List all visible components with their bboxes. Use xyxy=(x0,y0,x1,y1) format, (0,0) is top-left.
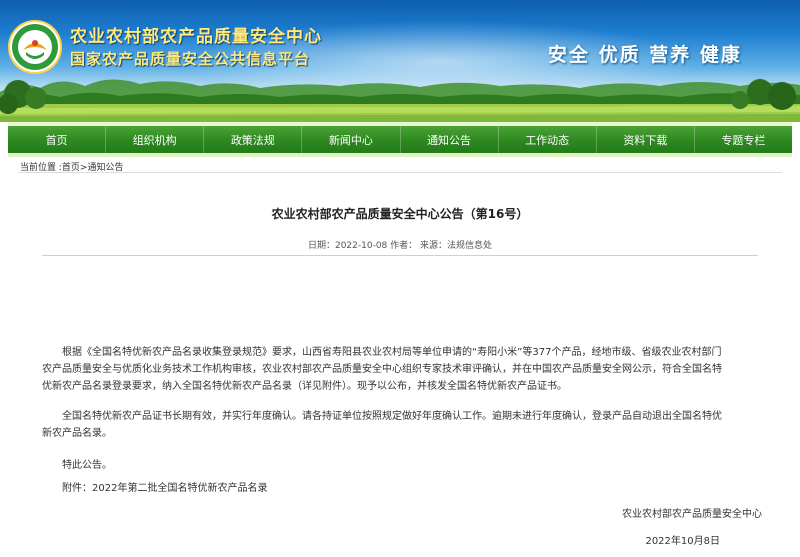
site-title: 农业农村部农产品质量安全中心 xyxy=(70,27,322,47)
article-closing: 特此公告。 xyxy=(62,460,112,471)
article-paragraph-2: 全国名特优新农产品证书长期有效，并实行年度确认。请各持证单位按照规定做好年度确认… xyxy=(42,408,752,442)
nav-item-policy[interactable]: 政策法规 xyxy=(204,126,303,153)
paragraph-1-line: 根据《全国名特优新农产品名录收集登录规范》要求，山西省寿阳县农业农村局等单位申请… xyxy=(62,347,722,358)
nav-item-notices[interactable]: 通知公告 xyxy=(401,126,499,153)
site-slogan: 安全 优质 营养 健康 xyxy=(548,44,742,66)
nav-item-special-topics[interactable]: 专题专栏 xyxy=(695,126,792,153)
nav-item-news[interactable]: 新闻中心 xyxy=(302,126,401,153)
paragraph-2-line: 新农产品名录。 xyxy=(42,428,112,439)
nav-item-organization[interactable]: 组织机构 xyxy=(106,126,205,153)
caqs-logo[interactable] xyxy=(8,20,62,74)
signature-organization: 农业农村部农产品质量安全中心 xyxy=(622,509,762,520)
article-attachment-link[interactable]: 附件：2022年第二批全国名特优新农产品名录 xyxy=(62,480,752,497)
main-nav: 首页 组织机构 政策法规 新闻中心 通知公告 工作动态 资料下载 专题专栏 xyxy=(8,122,792,157)
article-paragraph-1: 根据《全国名特优新农产品名录收集登录规范》要求，山西省寿阳县农业农村局等单位申请… xyxy=(42,344,752,395)
paragraph-1-line: 优新农产品名录登录要求，纳入全国名特优新农产品名录（详见附件）。现予以公布，并核… xyxy=(42,381,567,392)
site-subtitle: 国家农产品质量安全公共信息平台 xyxy=(70,50,311,68)
article-meta: 日期：2022-10-08 作者： 来源：法规信息处 xyxy=(307,241,493,251)
article-meta-divider xyxy=(42,255,758,256)
signature-date: 2022年10月8日 xyxy=(645,536,720,547)
nav-item-work-updates[interactable]: 工作动态 xyxy=(499,126,597,153)
breadcrumb-divider xyxy=(18,172,782,173)
nav-item-home[interactable]: 首页 xyxy=(8,126,107,153)
article-title: 农业农村部农产品质量安全中心公告（第16号） xyxy=(271,207,529,221)
site-banner: 农业农村部农产品质量安全中心 国家农产品质量安全公共信息平台 安全 优质 营养 … xyxy=(0,0,800,122)
paragraph-1-line: 农产品质量安全与优质化业务技术工作机构审核，农业农村部农产品质量安全中心组织专家… xyxy=(42,364,722,375)
caqs-logo-icon xyxy=(12,24,58,70)
nav-item-downloads[interactable]: 资料下载 xyxy=(597,126,695,153)
main-nav-bar: 首页 组织机构 政策法规 新闻中心 通知公告 工作动态 资料下载 专题专栏 xyxy=(8,126,792,153)
paragraph-2-line: 全国名特优新农产品证书长期有效，并实行年度确认。请各持证单位按照规定做好年度确认… xyxy=(62,411,722,422)
